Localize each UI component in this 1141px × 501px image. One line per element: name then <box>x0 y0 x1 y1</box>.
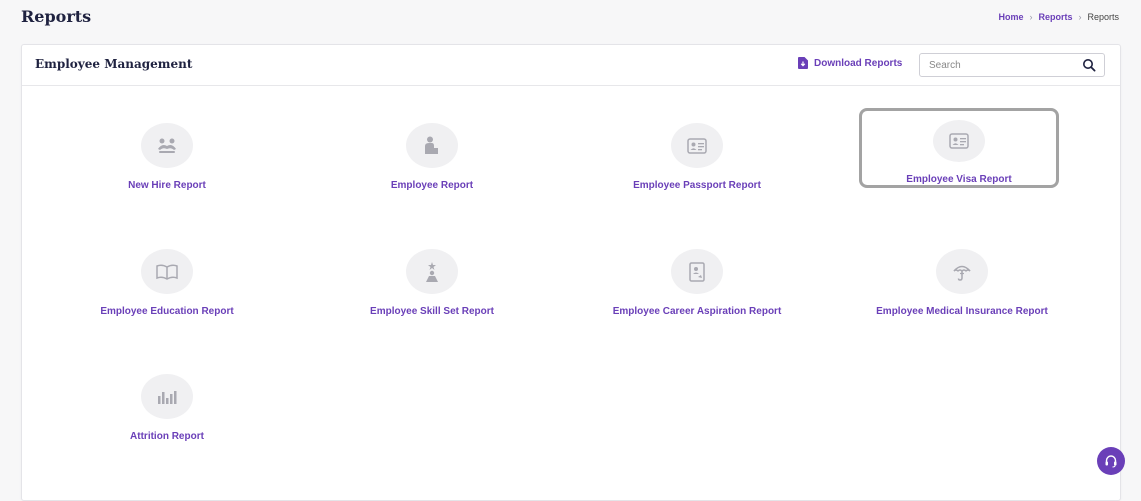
report-tile-new-hire[interactable]: New Hire Report <box>67 111 267 191</box>
skill-icon <box>406 249 458 294</box>
book-icon <box>141 249 193 294</box>
report-tile-skill-set[interactable]: Employee Skill Set Report <box>332 237 532 317</box>
headset-icon <box>1105 455 1117 468</box>
id-card-icon <box>933 120 985 162</box>
report-label: Employee Medical Insurance Report <box>876 306 1048 317</box>
chevron-right-icon: › <box>1029 12 1033 22</box>
breadcrumb-reports[interactable]: Reports <box>1038 12 1072 22</box>
report-tile-career-aspiration[interactable]: Employee Career Aspiration Report <box>597 237 797 317</box>
report-tile-attrition[interactable]: Attrition Report <box>67 362 267 442</box>
search-field[interactable] <box>919 53 1105 77</box>
report-label: Employee Education Report <box>100 306 234 317</box>
report-label: Employee Skill Set Report <box>370 306 494 317</box>
download-reports-button[interactable]: Download Reports <box>798 57 902 69</box>
career-icon <box>671 249 723 294</box>
report-tile-visa[interactable]: Employee Visa Report <box>859 108 1059 188</box>
report-label: Attrition Report <box>130 431 204 442</box>
breadcrumb-current: Reports <box>1087 12 1119 22</box>
card-header: Employee Management Download Reports <box>22 45 1120 86</box>
report-label: New Hire Report <box>128 180 206 191</box>
reports-card: Employee Management Download Reports Sea… <box>21 44 1121 501</box>
report-label: Employee Career Aspiration Report <box>612 306 782 317</box>
report-tile-passport[interactable]: Employee Passport Report <box>597 111 797 191</box>
download-reports-label: Download Reports <box>814 57 903 69</box>
bar-chart-icon <box>141 374 193 419</box>
download-file-icon <box>798 57 808 69</box>
employee-icon <box>406 123 458 168</box>
report-label: Employee Passport Report <box>633 180 761 191</box>
report-tile-medical-insurance[interactable]: Employee Medical Insurance Report <box>862 237 1062 317</box>
new-hire-icon <box>141 123 193 168</box>
search-input[interactable] <box>927 58 1082 72</box>
report-tile-education[interactable]: Employee Education Report <box>67 237 267 317</box>
report-tile-employee[interactable]: Employee Report <box>332 111 532 191</box>
breadcrumb-home[interactable]: Home <box>998 12 1023 22</box>
search-icon[interactable] <box>1082 58 1096 72</box>
help-support-button[interactable] <box>1097 447 1125 475</box>
id-card-icon <box>671 123 723 168</box>
report-label: Employee Report <box>390 180 474 191</box>
report-label: Employee Visa Report <box>906 174 1012 185</box>
breadcrumb: Home › Reports › Reports <box>998 12 1119 22</box>
card-title: Employee Management <box>35 57 193 71</box>
page-title: Reports <box>21 7 92 26</box>
umbrella-icon <box>936 249 988 294</box>
chevron-right-icon: › <box>1078 12 1082 22</box>
